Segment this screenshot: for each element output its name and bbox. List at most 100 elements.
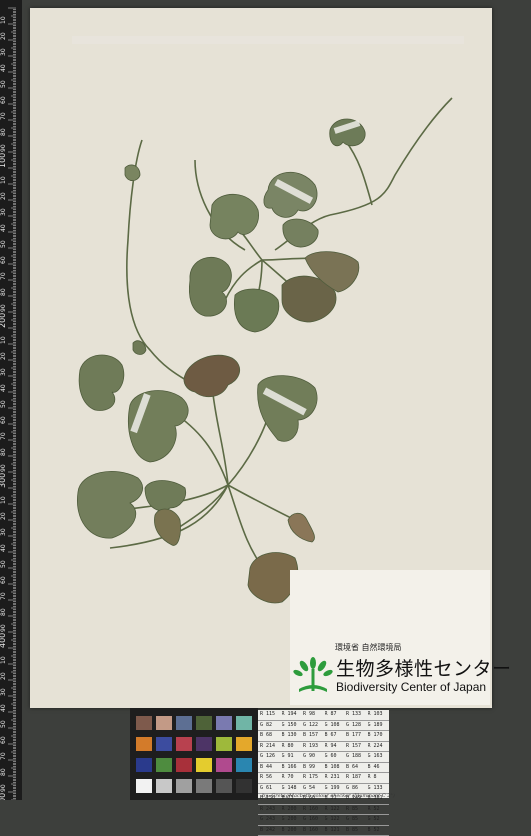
table-cell: G 86 bbox=[346, 784, 368, 794]
table-cell: R 214 bbox=[260, 742, 282, 752]
agency-name: 環境省 自然環境局 bbox=[335, 642, 402, 653]
specimen-scan: 1020304050607080901001020304050607080902… bbox=[0, 0, 531, 800]
color-swatch bbox=[236, 779, 252, 793]
table-cell: R 187 bbox=[346, 773, 368, 783]
table-row: R 115R 194R 98R 87R 133R 103 bbox=[258, 710, 389, 721]
table-cell: G 199 bbox=[325, 784, 347, 794]
table-cell: R 122 bbox=[325, 805, 347, 815]
table-cell: R 85 bbox=[346, 805, 368, 815]
table-cell: R 103 bbox=[368, 710, 390, 720]
table-cell: R 193 bbox=[303, 742, 325, 752]
color-swatch bbox=[176, 779, 192, 793]
table-row: G 82G 150G 122G 108G 128G 189 bbox=[258, 721, 389, 732]
color-swatch bbox=[176, 737, 192, 751]
table-cell: R 8 bbox=[368, 773, 390, 783]
table-cell: G 122 bbox=[325, 815, 347, 825]
color-swatch bbox=[136, 758, 152, 772]
center-name-jp: 生物多様性センター bbox=[336, 654, 512, 681]
table-row: B 68B 130B 157B 67B 177B 170 bbox=[258, 731, 389, 742]
color-swatch bbox=[196, 716, 212, 730]
color-swatch bbox=[216, 716, 232, 730]
table-cell: R 115 bbox=[260, 710, 282, 720]
table-cell: G 243 bbox=[260, 815, 282, 825]
table-cell: G 61 bbox=[260, 784, 282, 794]
table-cell: B 242 bbox=[260, 826, 282, 836]
color-swatch bbox=[136, 716, 152, 730]
table-cell: B 67 bbox=[325, 731, 347, 741]
table-cell: B 157 bbox=[303, 731, 325, 741]
table-cell: B 170 bbox=[368, 731, 390, 741]
color-swatch bbox=[236, 716, 252, 730]
table-cell: B 44 bbox=[260, 763, 282, 773]
table-cell: R 94 bbox=[325, 742, 347, 752]
table-cell: B 52 bbox=[368, 826, 390, 836]
table-cell: B 64 bbox=[346, 763, 368, 773]
table-row: G 126G 91G 90G 60G 188G 163 bbox=[258, 752, 389, 763]
table-cell: G 54 bbox=[303, 784, 325, 794]
color-swatch bbox=[156, 737, 172, 751]
table-cell: G 189 bbox=[368, 721, 390, 731]
table-cell: G 163 bbox=[368, 752, 390, 762]
color-swatch bbox=[156, 779, 172, 793]
table-caption: by: GretagMacbeth colour checker (Illumi… bbox=[262, 793, 395, 799]
table-cell: G 91 bbox=[282, 752, 304, 762]
table-cell: G 122 bbox=[303, 721, 325, 731]
table-row: R 214R 80R 193R 94R 157R 224 bbox=[258, 742, 389, 753]
table-cell: R 98 bbox=[303, 710, 325, 720]
color-swatch bbox=[136, 737, 152, 751]
table-cell: B 166 bbox=[282, 763, 304, 773]
color-checker-card bbox=[130, 708, 258, 800]
table-cell: R 160 bbox=[303, 805, 325, 815]
color-swatch bbox=[196, 737, 212, 751]
color-swatch bbox=[196, 779, 212, 793]
table-cell: B 99 bbox=[303, 763, 325, 773]
table-cell: B 121 bbox=[325, 826, 347, 836]
table-row: R 243R 200R 160R 122R 85R 52 bbox=[258, 805, 389, 816]
color-swatch bbox=[216, 737, 232, 751]
color-swatch bbox=[216, 758, 232, 772]
table-cell: R 194 bbox=[282, 710, 304, 720]
color-swatch bbox=[236, 737, 252, 751]
color-swatch bbox=[216, 779, 232, 793]
table-cell: G 188 bbox=[346, 752, 368, 762]
table-cell: G 126 bbox=[260, 752, 282, 762]
color-swatch bbox=[156, 716, 172, 730]
table-cell: G 85 bbox=[346, 815, 368, 825]
color-swatch bbox=[236, 758, 252, 772]
biodiversity-logo-icon bbox=[293, 655, 333, 695]
color-swatch bbox=[156, 758, 172, 772]
table-cell: R 70 bbox=[282, 773, 304, 783]
table-cell: B 68 bbox=[260, 731, 282, 741]
color-value-table: R 115R 194R 98R 87R 133R 103G 82G 150G 1… bbox=[258, 710, 389, 798]
table-cell: G 60 bbox=[325, 752, 347, 762]
table-cell: G 150 bbox=[282, 721, 304, 731]
table-cell: R 200 bbox=[282, 805, 304, 815]
table-cell: G 148 bbox=[282, 784, 304, 794]
table-cell: G 160 bbox=[303, 815, 325, 825]
table-cell: R 87 bbox=[325, 710, 347, 720]
table-cell: B 108 bbox=[325, 763, 347, 773]
center-name-en: Biodiversity Center of Japan bbox=[336, 680, 486, 694]
color-swatch bbox=[196, 758, 212, 772]
table-cell: G 52 bbox=[368, 815, 390, 825]
color-swatch bbox=[176, 716, 192, 730]
table-cell: B 130 bbox=[282, 731, 304, 741]
table-cell: R 231 bbox=[325, 773, 347, 783]
table-cell: G 200 bbox=[282, 815, 304, 825]
table-cell: G 133 bbox=[368, 784, 390, 794]
color-swatch bbox=[136, 779, 152, 793]
table-cell: R 157 bbox=[346, 742, 368, 752]
table-cell: G 82 bbox=[260, 721, 282, 731]
table-row: R 56R 70R 175R 231R 187R 8 bbox=[258, 773, 389, 784]
table-cell: R 224 bbox=[368, 742, 390, 752]
color-swatch bbox=[176, 758, 192, 772]
table-cell: R 52 bbox=[368, 805, 390, 815]
table-cell: B 46 bbox=[368, 763, 390, 773]
table-cell: R 243 bbox=[260, 805, 282, 815]
table-cell: B 200 bbox=[282, 826, 304, 836]
table-row: G 243G 200G 160G 122G 85G 52 bbox=[258, 815, 389, 826]
table-cell: G 128 bbox=[346, 721, 368, 731]
table-cell: R 80 bbox=[282, 742, 304, 752]
table-cell: B 177 bbox=[346, 731, 368, 741]
table-row: B 242B 200B 160B 121B 85B 52 bbox=[258, 826, 389, 836]
